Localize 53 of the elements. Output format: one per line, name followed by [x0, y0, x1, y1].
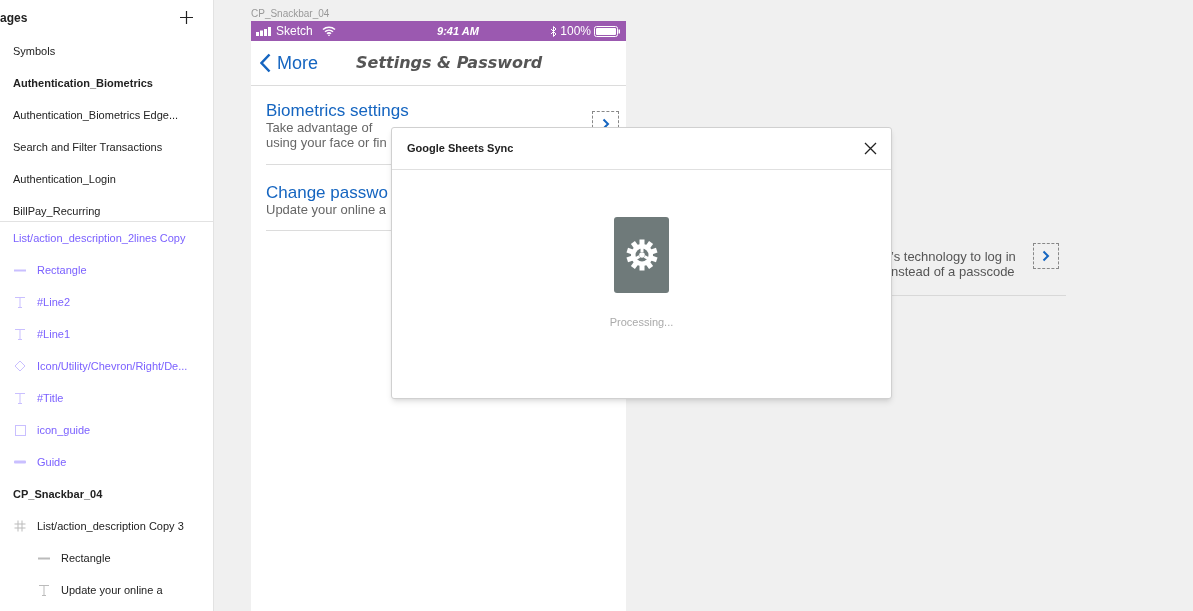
layer-item[interactable]: Rectangle	[61, 549, 111, 567]
layer-item[interactable]: List/action_description Copy 3	[37, 517, 184, 535]
page-item[interactable]: Symbols	[13, 42, 56, 60]
layer-item[interactable]: List/action_description_2lines Copy	[13, 229, 186, 247]
gear-icon	[614, 217, 669, 293]
page-item[interactable]: BillPay_Recurring	[13, 202, 101, 220]
square-icon	[13, 424, 27, 436]
clock-text: 9:41 AM	[437, 23, 479, 39]
screen-title: Settings & Password	[356, 52, 543, 74]
battery-text: 100%	[560, 23, 591, 40]
chevron-right-icon[interactable]	[1033, 243, 1059, 269]
layer-item[interactable]: icon_guide	[37, 421, 91, 439]
diamond-icon	[13, 360, 27, 372]
back-button[interactable]: More	[260, 49, 318, 77]
layer-item[interactable]: #Line1	[37, 325, 71, 343]
bluetooth-icon	[550, 25, 558, 37]
artboard-label: CP_Snackbar_04	[251, 7, 330, 21]
layer-item[interactable]: Rectangle	[37, 261, 87, 279]
add-icon[interactable]	[180, 11, 193, 24]
chevron-left-icon	[260, 53, 271, 73]
layer-item[interactable]: #Title	[37, 389, 64, 407]
line-icon	[37, 556, 51, 560]
description-text: nstead of a passcode	[891, 264, 1016, 279]
text-icon	[13, 392, 27, 404]
status-text: Processing...	[609, 315, 674, 330]
text-icon	[13, 296, 27, 308]
row-title[interactable]: Biometrics settings	[266, 101, 409, 120]
panel-title: ages	[0, 9, 28, 27]
description-text: ’s technology to log in	[891, 249, 1016, 264]
guide-icon	[13, 460, 27, 464]
close-button[interactable]	[864, 142, 877, 155]
row-title[interactable]: Change passwo	[266, 183, 388, 202]
row-description: Update your online a	[266, 202, 386, 217]
page-item[interactable]: Search and Filter Transactions	[13, 138, 163, 156]
row-description: Take advantage of	[266, 120, 373, 135]
line-icon	[13, 268, 27, 272]
battery-icon	[594, 25, 621, 37]
text-icon	[13, 328, 27, 340]
grid-icon	[13, 520, 27, 532]
page-item[interactable]: Authentication_Biometrics	[13, 74, 153, 92]
layer-item[interactable]: Guide	[37, 453, 67, 471]
wifi-icon	[321, 26, 336, 36]
carrier-text: Sketch	[276, 23, 313, 40]
row-description: using your face or fin	[266, 135, 387, 150]
signal-icon	[256, 26, 273, 36]
text-icon	[37, 584, 51, 596]
page-item[interactable]: Authentication_Biometrics Edge...	[13, 106, 179, 124]
layer-item[interactable]: Icon/Utility/Chevron/Right/De...	[37, 357, 188, 375]
layer-item[interactable]: #Line2	[37, 293, 71, 311]
page-item[interactable]: Authentication_Login	[13, 170, 116, 188]
layer-item[interactable]: Update your online a	[61, 581, 163, 599]
layer-item[interactable]: CP_Snackbar_04	[13, 485, 103, 503]
dialog-title: Google Sheets Sync	[407, 141, 514, 157]
